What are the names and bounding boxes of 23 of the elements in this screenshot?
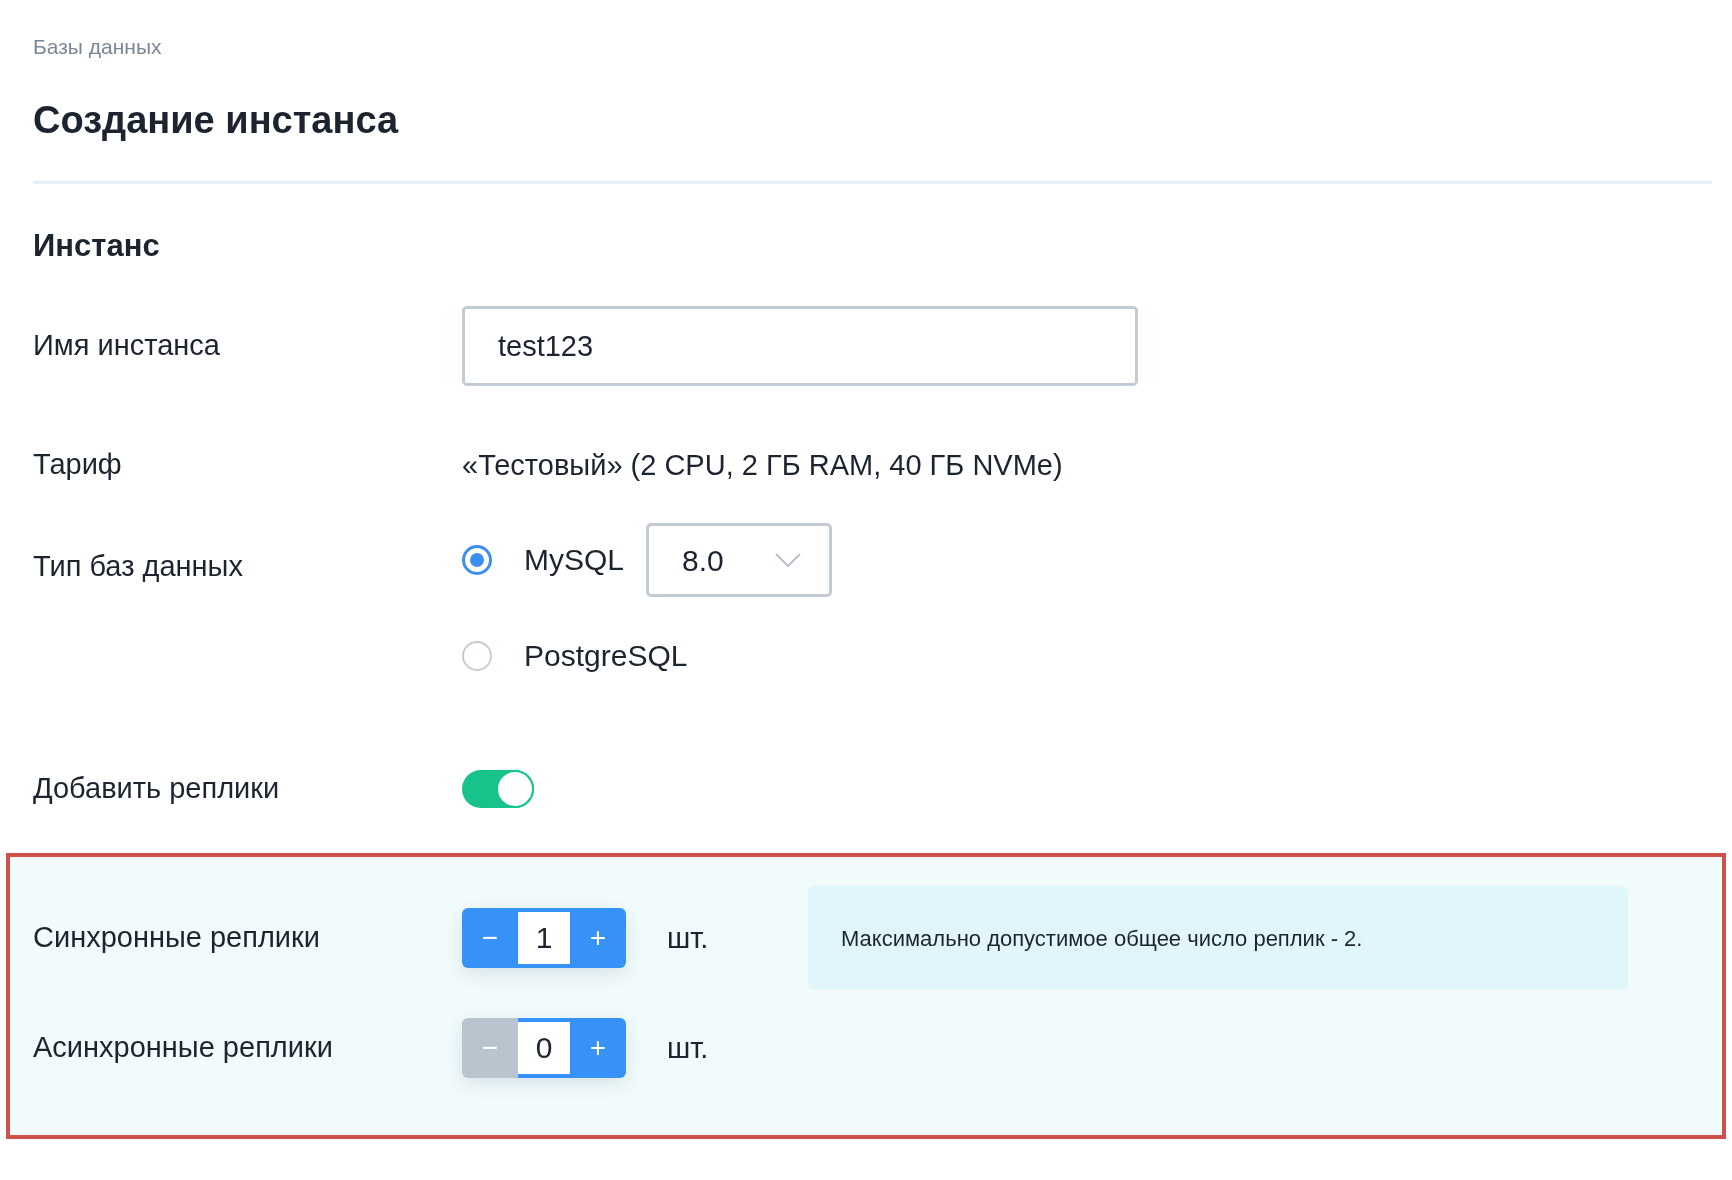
section-heading: Инстанс bbox=[33, 230, 160, 261]
breadcrumb[interactable]: Базы данных bbox=[33, 36, 162, 57]
radio-button[interactable] bbox=[462, 545, 492, 575]
tariff-value: «Тестовый» (2 CPU, 2 ГБ RAM, 40 ГБ NVMe) bbox=[462, 451, 1063, 480]
instance-name-field[interactable]: test123 bbox=[462, 306, 1138, 386]
field-label: Тариф bbox=[33, 448, 122, 480]
unit-label: шт. bbox=[667, 923, 709, 953]
radio-button[interactable] bbox=[462, 641, 492, 671]
version-select[interactable]: 8.0 bbox=[646, 523, 833, 597]
count-field[interactable]: 1 bbox=[518, 912, 570, 964]
field-label: Тип баз данных bbox=[33, 550, 243, 582]
unit-label: шт. bbox=[667, 1033, 709, 1063]
field-label: Добавить реплики bbox=[33, 771, 280, 804]
field-label: Синхронные реплики bbox=[33, 920, 320, 953]
radio-label[interactable]: PostgreSQL bbox=[524, 641, 688, 671]
field-label: Асинхронные реплики bbox=[33, 1030, 333, 1063]
field-label: Имя инстанса bbox=[33, 328, 220, 361]
toggle-switch[interactable] bbox=[462, 770, 534, 808]
count-field[interactable]: 0 bbox=[518, 1022, 570, 1074]
page-title: Создание инстанса bbox=[33, 101, 399, 139]
info-note: Максимально допустимое общее число реплик - 2. bbox=[808, 886, 1628, 990]
chevron-down-icon bbox=[775, 553, 802, 567]
radio-label[interactable]: MySQL bbox=[524, 545, 625, 575]
